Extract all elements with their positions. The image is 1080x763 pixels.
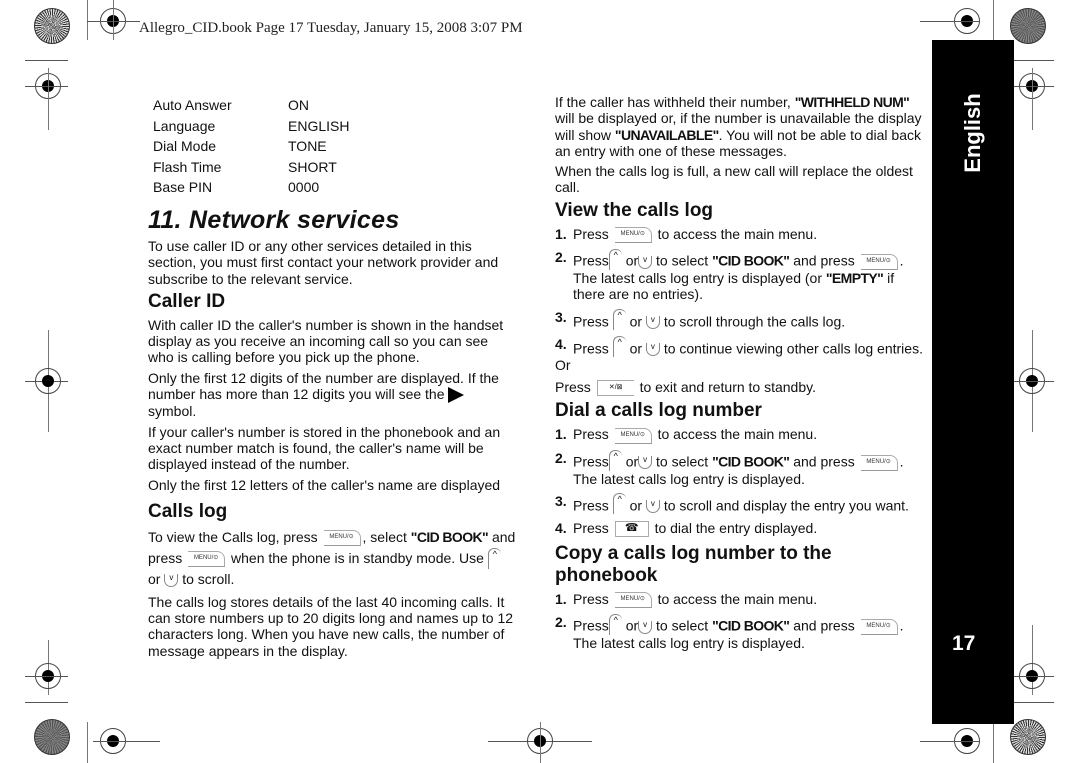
settings-row: Base PIN 0000 <box>153 177 349 198</box>
crop-line <box>87 722 88 763</box>
crop-line <box>87 0 88 40</box>
menu-key-icon: MENU/⊙ <box>323 530 361 547</box>
setting-key: Language <box>153 117 216 134</box>
crop-line <box>540 722 541 763</box>
view-step-4: 4. Press ^ or v to continue viewing other… <box>555 335 923 357</box>
menu-key-icon: MENU/⊙ <box>860 254 898 271</box>
calls-log-paragraph: To view the Calls log, press MENU/⊙, sel… <box>148 528 516 587</box>
exit-instruction: Press ✕/⊠ to exit and return to standby. <box>555 378 816 397</box>
settings-table: Auto Answer ON Language ENGLISH Dial Mode T… <box>153 95 349 198</box>
copy-step-1: 1. Press MENU/⊙ to access the main menu. <box>555 591 818 609</box>
more-digits-arrow-icon <box>448 387 465 404</box>
crop-line <box>1014 86 1054 87</box>
calls-log-paragraph: The calls log stores details of the last… <box>148 593 514 659</box>
crop-line <box>1032 68 1033 130</box>
dial-step-2: 2. Press ^ or v to select "CID BOOK" and pr… <box>555 449 904 487</box>
crop-line <box>920 741 980 742</box>
withheld-paragraph: If the caller has withheld their number,… <box>555 94 922 159</box>
setting-value: TONE <box>288 138 327 154</box>
menu-key-icon: MENU/⊙ <box>860 619 898 636</box>
crop-line <box>25 702 68 703</box>
copy-step-2: 2. Press ^ or v to select "CID BOOK" and pr… <box>555 614 904 652</box>
dial-log-heading: Dial a calls log number <box>555 400 762 422</box>
down-key-icon: v <box>638 255 653 269</box>
crop-line <box>1014 676 1054 677</box>
caller-id-paragraph: With caller ID the caller's number is sh… <box>148 316 504 366</box>
setting-value: 0000 <box>288 179 320 195</box>
caller-id-paragraph: Only the first 12 letters of the caller'… <box>148 476 501 493</box>
menu-key-icon: MENU/⊙ <box>188 551 226 568</box>
view-step-3: 3. Press ^ or v to scroll through the cal… <box>555 308 846 330</box>
menu-key-icon: MENU/⊙ <box>614 427 652 444</box>
section-title: 11. Network services <box>148 206 400 234</box>
view-log-heading: View the calls log <box>555 199 714 221</box>
starburst-mark <box>34 719 70 755</box>
right-column: If the caller has withheld their number,… <box>555 94 925 658</box>
view-step-1: 1. Press MENU/⊙ to access the main menu. <box>555 225 818 244</box>
down-key-icon: v <box>645 500 660 514</box>
up-key-icon: ^ <box>608 614 622 636</box>
setting-key: Base PIN <box>153 179 213 195</box>
setting-value: ON <box>288 97 309 113</box>
crop-line <box>993 722 994 763</box>
starburst-mark <box>1010 719 1046 755</box>
menu-key-icon: MENU/⊙ <box>614 227 652 244</box>
crop-line <box>25 86 68 87</box>
dial-step-4: 4. Press ☎ to dial the entry displayed. <box>555 519 818 538</box>
setting-value: SHORT <box>288 158 337 175</box>
setting-key: Dial Mode <box>153 138 217 154</box>
talk-key-icon: ☎ <box>614 521 649 538</box>
crop-line <box>113 0 114 40</box>
settings-row: Auto Answer ON <box>153 95 349 116</box>
crop-line <box>93 741 160 742</box>
crop-line <box>1014 381 1054 382</box>
up-key-icon: ^ <box>612 335 626 357</box>
up-key-icon: ^ <box>487 547 501 569</box>
menu-key-icon: MENU/⊙ <box>860 454 898 471</box>
down-key-icon: v <box>638 620 653 634</box>
caller-id-paragraph: If your caller's number is stored in the… <box>148 423 501 473</box>
crop-line <box>48 68 49 130</box>
section-intro: To use caller ID or any other services d… <box>148 238 499 287</box>
down-key-icon: v <box>645 316 660 330</box>
starburst-mark <box>34 8 70 44</box>
language-tab: English 17 <box>932 40 1014 724</box>
up-key-icon: ^ <box>612 308 626 330</box>
menu-key-icon: MENU/⊙ <box>614 592 652 609</box>
down-key-icon: v <box>645 343 660 357</box>
setting-key: Auto Answer <box>153 97 232 113</box>
dial-step-1: 1. Press MENU/⊙ to access the main menu. <box>555 426 818 444</box>
crop-line <box>25 676 68 677</box>
crop-line <box>1014 702 1054 703</box>
dial-step-3: 3. Press ^ or v to scroll and display the… <box>555 492 909 514</box>
crop-line <box>1014 60 1054 61</box>
caller-id-heading: Caller ID <box>148 290 226 312</box>
full-log-paragraph: When the calls log is full, a new call w… <box>555 163 913 196</box>
copy-log-heading: Copy a calls log number to the phonebook <box>555 543 832 587</box>
language-label: English <box>960 93 985 173</box>
registration-mark <box>35 368 61 394</box>
crop-line <box>920 21 980 22</box>
or-label: Or <box>555 356 571 373</box>
settings-row: Language ENGLISH <box>153 116 349 137</box>
settings-row: Dial Mode TONE <box>153 136 349 157</box>
caller-id-paragraph: Only the first 12 digits of the number a… <box>148 369 499 420</box>
setting-key: Flash Time <box>153 158 222 175</box>
starburst-mark <box>1010 8 1046 44</box>
down-key-icon: v <box>638 456 653 470</box>
down-key-icon: v <box>164 573 179 587</box>
crop-line <box>25 60 68 61</box>
end-key-icon: ✕/⊠ <box>596 380 634 397</box>
print-header: Allegro_CID.book Page 17 Tuesday, Januar… <box>139 20 523 36</box>
setting-value: ENGLISH <box>288 117 350 134</box>
up-key-icon: ^ <box>612 492 626 514</box>
crop-line <box>993 0 994 40</box>
view-step-2: 2. Press ^ or v to select "CID BOOK" and pr… <box>555 249 904 303</box>
calls-log-heading: Calls log <box>148 500 228 522</box>
left-column: To use caller ID or any other services d… <box>148 238 516 663</box>
page-number: 17 <box>952 632 976 655</box>
settings-row: Flash Time SHORT <box>153 157 349 178</box>
up-key-icon: ^ <box>608 449 622 471</box>
up-key-icon: ^ <box>608 249 622 271</box>
